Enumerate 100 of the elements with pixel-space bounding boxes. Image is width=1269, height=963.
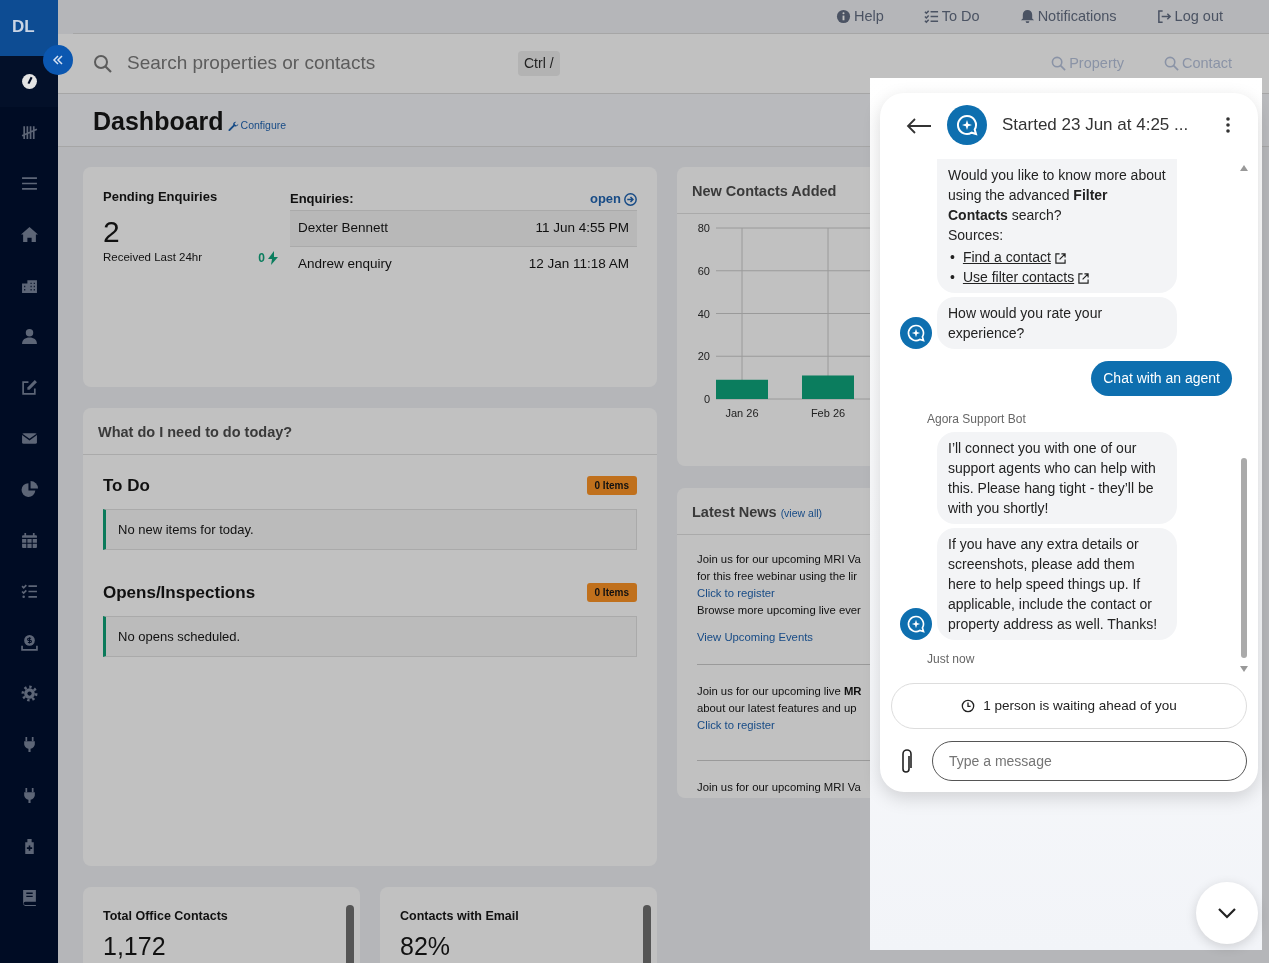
pie-chart-icon [20, 481, 38, 498]
timestamp: Just now [927, 651, 976, 668]
empty-message: No opens scheduled. [103, 615, 637, 657]
bullet: • [950, 269, 955, 285]
checklist-icon [20, 583, 38, 600]
scroll-down-icon [1239, 665, 1249, 674]
section-title: Opens/Inspections [103, 582, 256, 604]
checklist-icon [923, 9, 939, 24]
logout-icon [1156, 9, 1172, 24]
menu-icon [20, 175, 38, 192]
top-nav-link[interactable]: Notifications [1019, 5, 1117, 28]
source-link[interactable]: Use filter contacts [962, 269, 1075, 285]
axis-category-label: Jan 26 [725, 407, 759, 419]
keyboard-shortcut: Ctrl / [518, 51, 560, 76]
logo: DL [0, 0, 58, 56]
home-icon [20, 226, 38, 243]
empty-message: No new items for today. [103, 508, 637, 550]
message-text: If you have any extra details or screenshots, please add them here to help speed things up. If applicable, include the contact or property address as well. Thanks! [948, 535, 1159, 634]
chevron-down-icon [1217, 907, 1237, 919]
sender-name: Agora Support Bot [927, 411, 1027, 428]
scrollbar-thumb[interactable] [346, 905, 354, 963]
news-link[interactable]: View Upcoming Events [697, 629, 870, 646]
bar [802, 375, 854, 399]
news-text: Join us for our upcoming MRI Va [697, 552, 862, 567]
top-nav-link[interactable]: To Do [923, 5, 980, 28]
arrow-circle-icon [624, 192, 637, 206]
card-header: What do I need to do today? [83, 408, 657, 455]
paperclip-icon [900, 748, 914, 774]
configure-link[interactable]: Configure [227, 118, 287, 134]
axis-category-label: Feb 26 [810, 407, 846, 419]
news-text: Join us for our upcoming live MR [697, 684, 863, 699]
chat-title: Started 23 Jun at 4:25 ... [1002, 114, 1190, 137]
bell-icon [1019, 9, 1035, 24]
clock-icon [961, 699, 976, 713]
sidebar-item[interactable] [0, 56, 58, 107]
gauge-icon [20, 73, 38, 90]
search-icon [1051, 56, 1067, 71]
search-icon [93, 53, 113, 74]
list-title: Enquiries: [290, 190, 354, 209]
news-text: Browse more upcoming live ever [697, 603, 862, 618]
enquiry-name[interactable]: Andrew enquiry [298, 254, 392, 275]
caption: Received Last 24hr [103, 249, 204, 265]
stat-value: 82% [400, 933, 452, 959]
news-link[interactable]: Click to register [697, 585, 870, 602]
building-icon [20, 277, 38, 294]
axis-tick-label: 0 [703, 393, 710, 405]
count-label: 0 [258, 249, 265, 267]
search-field[interactable]: Search properties or contacts [125, 48, 503, 79]
scroll-up-icon [1239, 164, 1249, 173]
axis-tick-label: 60 [697, 264, 710, 277]
enquiry-count: 2 [103, 216, 121, 247]
source-link[interactable]: Find a contact [962, 249, 1051, 265]
attach-button[interactable] [900, 748, 914, 774]
calendar-icon [20, 532, 38, 549]
bolt-icon [268, 250, 278, 265]
bullet: • [950, 249, 955, 265]
open-link[interactable]: open [589, 189, 637, 209]
external-link-icon [1054, 252, 1066, 264]
kebab-icon [1226, 117, 1230, 133]
message-input[interactable]: Type a message [932, 741, 1247, 781]
card-title: Latest News [692, 503, 777, 522]
chat-sparkle-icon [906, 614, 926, 634]
tally-icon [20, 124, 38, 141]
enquiry-name[interactable]: Dexter Bennett [298, 218, 389, 239]
scrollbar-thumb[interactable] [643, 905, 651, 963]
top-nav-link[interactable]: Log out [1156, 5, 1223, 28]
info-icon [835, 9, 851, 24]
quick-reply-button[interactable]: Chat with an agent [1091, 361, 1232, 396]
enquiry-time: 11 Jun 4:55 PM [535, 219, 629, 238]
back-arrow-icon [906, 116, 932, 135]
chat-sparkle-icon [906, 323, 926, 343]
envelope-icon [20, 430, 38, 447]
stat-title: Total Office Contacts [103, 908, 229, 925]
stat-value: 1,172 [103, 933, 167, 959]
message-text: I’ll connect you with one of our support agents who can help with this. Please hang tight - they’ll be with you shortly! [948, 439, 1157, 518]
section-title: To Do [103, 475, 150, 497]
top-nav-link[interactable]: Help [835, 5, 884, 28]
queue-text: 1 person is waiting ahead of you [983, 696, 1177, 715]
edit-icon [20, 379, 38, 396]
bar [716, 379, 768, 399]
person-icon [20, 328, 38, 345]
item-count-badge: 0 Items [586, 583, 637, 603]
news-link[interactable]: Click to register [697, 717, 870, 734]
stat-title: Contacts with Email [400, 908, 520, 925]
scrollbar-thumb[interactable] [1241, 458, 1247, 658]
news-text: for this free webinar using the lir [697, 569, 859, 584]
message-text: Would you like to know more about using the advanced Filter Contacts search? [948, 166, 1166, 225]
coin-icon [20, 634, 38, 651]
search-icon [1164, 56, 1179, 71]
axis-tick-label: 80 [697, 222, 710, 234]
news-text: about our latest features and up [697, 701, 858, 716]
view-all-link[interactable]: (view all) [780, 506, 823, 522]
axis-tick-label: 40 [697, 307, 710, 320]
sources-label: Sources: [948, 226, 1005, 245]
external-link-icon [1078, 272, 1090, 284]
page-title: Dashboard [93, 109, 224, 134]
news-text: Join us for our upcoming MRI Va [697, 780, 862, 795]
wrench-icon [227, 120, 239, 132]
axis-tick-label: 20 [697, 350, 710, 363]
enquiry-time: 12 Jan 11:18 AM [528, 255, 629, 274]
